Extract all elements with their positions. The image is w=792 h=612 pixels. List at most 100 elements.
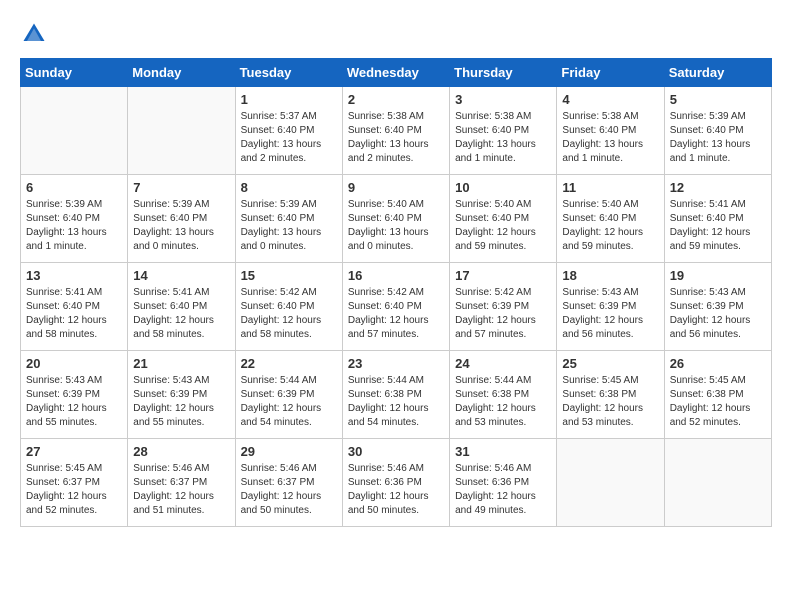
day-number: 31 (455, 444, 551, 459)
day-info: Sunrise: 5:40 AM Sunset: 6:40 PM Dayligh… (455, 198, 551, 254)
day-info: Sunrise: 5:43 AM Sunset: 6:39 PM Dayligh… (670, 286, 766, 342)
calendar-cell: 21 Sunrise: 5:43 AM Sunset: 6:39 PM Dayli… (128, 351, 235, 439)
day-number: 21 (133, 356, 229, 371)
day-info: Sunrise: 5:45 AM Sunset: 6:38 PM Dayligh… (670, 374, 766, 430)
calendar-cell (557, 439, 664, 527)
day-info: Sunrise: 5:42 AM Sunset: 6:39 PM Dayligh… (455, 286, 551, 342)
day-number: 6 (26, 180, 122, 195)
day-info: Sunrise: 5:38 AM Sunset: 6:40 PM Dayligh… (562, 110, 658, 166)
calendar-cell (21, 87, 128, 175)
day-info: Sunrise: 5:46 AM Sunset: 6:37 PM Dayligh… (133, 462, 229, 518)
day-info: Sunrise: 5:42 AM Sunset: 6:40 PM Dayligh… (348, 286, 444, 342)
day-number: 3 (455, 92, 551, 107)
day-info: Sunrise: 5:41 AM Sunset: 6:40 PM Dayligh… (133, 286, 229, 342)
day-number: 16 (348, 268, 444, 283)
calendar-day-header: Wednesday (342, 59, 449, 87)
calendar-cell: 17 Sunrise: 5:42 AM Sunset: 6:39 PM Dayli… (450, 263, 557, 351)
calendar-week-row: 6 Sunrise: 5:39 AM Sunset: 6:40 PM Daylig… (21, 175, 772, 263)
calendar-cell (664, 439, 771, 527)
day-number: 25 (562, 356, 658, 371)
day-info: Sunrise: 5:37 AM Sunset: 6:40 PM Dayligh… (241, 110, 337, 166)
day-info: Sunrise: 5:43 AM Sunset: 6:39 PM Dayligh… (562, 286, 658, 342)
day-number: 10 (455, 180, 551, 195)
day-info: Sunrise: 5:44 AM Sunset: 6:38 PM Dayligh… (348, 374, 444, 430)
day-info: Sunrise: 5:38 AM Sunset: 6:40 PM Dayligh… (455, 110, 551, 166)
calendar-cell: 28Sunrise: 5:46 AM Sunset: 6:37 PM Dayli… (128, 439, 235, 527)
day-number: 5 (670, 92, 766, 107)
calendar-cell: 6 Sunrise: 5:39 AM Sunset: 6:40 PM Daylig… (21, 175, 128, 263)
day-info: Sunrise: 5:41 AM Sunset: 6:40 PM Dayligh… (26, 286, 122, 342)
day-info: Sunrise: 5:39 AM Sunset: 6:40 PM Dayligh… (26, 198, 122, 254)
calendar-cell: 13 Sunrise: 5:41 AM Sunset: 6:40 PM Dayli… (21, 263, 128, 351)
calendar-cell: 4 Sunrise: 5:38 AM Sunset: 6:40 PM Daylig… (557, 87, 664, 175)
day-number: 24 (455, 356, 551, 371)
calendar-cell: 11 Sunrise: 5:40 AM Sunset: 6:40 PM Dayli… (557, 175, 664, 263)
day-number: 11 (562, 180, 658, 195)
day-number: 30 (348, 444, 444, 459)
calendar-cell: 29Sunrise: 5:46 AM Sunset: 6:37 PM Dayli… (235, 439, 342, 527)
day-number: 2 (348, 92, 444, 107)
day-number: 23 (348, 356, 444, 371)
day-number: 27 (26, 444, 122, 459)
day-number: 13 (26, 268, 122, 283)
calendar-table: SundayMondayTuesdayWednesdayThursdayFrid… (20, 58, 772, 527)
day-number: 26 (670, 356, 766, 371)
day-info: Sunrise: 5:42 AM Sunset: 6:40 PM Dayligh… (241, 286, 337, 342)
calendar-header-row: SundayMondayTuesdayWednesdayThursdayFrid… (21, 59, 772, 87)
calendar-cell: 9Sunrise: 5:40 AM Sunset: 6:40 PM Daylig… (342, 175, 449, 263)
day-info: Sunrise: 5:41 AM Sunset: 6:40 PM Dayligh… (670, 198, 766, 254)
calendar-cell: 20 Sunrise: 5:43 AM Sunset: 6:39 PM Dayli… (21, 351, 128, 439)
day-number: 4 (562, 92, 658, 107)
calendar-cell: 19 Sunrise: 5:43 AM Sunset: 6:39 PM Dayli… (664, 263, 771, 351)
calendar-cell: 3 Sunrise: 5:38 AM Sunset: 6:40 PM Daylig… (450, 87, 557, 175)
calendar-cell: 26 Sunrise: 5:45 AM Sunset: 6:38 PM Dayli… (664, 351, 771, 439)
day-info: Sunrise: 5:43 AM Sunset: 6:39 PM Dayligh… (133, 374, 229, 430)
calendar-cell: 7Sunrise: 5:39 AM Sunset: 6:40 PM Daylig… (128, 175, 235, 263)
calendar-day-header: Thursday (450, 59, 557, 87)
calendar-week-row: 1 Sunrise: 5:37 AM Sunset: 6:40 PM Daylig… (21, 87, 772, 175)
day-number: 17 (455, 268, 551, 283)
calendar-week-row: 20 Sunrise: 5:43 AM Sunset: 6:39 PM Dayli… (21, 351, 772, 439)
calendar-cell: 1 Sunrise: 5:37 AM Sunset: 6:40 PM Daylig… (235, 87, 342, 175)
calendar-cell: 14 Sunrise: 5:41 AM Sunset: 6:40 PM Dayli… (128, 263, 235, 351)
logo (20, 20, 52, 48)
day-info: Sunrise: 5:39 AM Sunset: 6:40 PM Dayligh… (241, 198, 337, 254)
day-info: Sunrise: 5:44 AM Sunset: 6:39 PM Dayligh… (241, 374, 337, 430)
day-info: Sunrise: 5:45 AM Sunset: 6:38 PM Dayligh… (562, 374, 658, 430)
calendar-cell: 8Sunrise: 5:39 AM Sunset: 6:40 PM Daylig… (235, 175, 342, 263)
day-info: Sunrise: 5:39 AM Sunset: 6:40 PM Dayligh… (670, 110, 766, 166)
calendar-cell: 24Sunrise: 5:44 AM Sunset: 6:38 PM Dayli… (450, 351, 557, 439)
day-number: 22 (241, 356, 337, 371)
calendar-cell: 22 Sunrise: 5:44 AM Sunset: 6:39 PM Dayli… (235, 351, 342, 439)
day-number: 15 (241, 268, 337, 283)
day-number: 9 (348, 180, 444, 195)
day-info: Sunrise: 5:39 AM Sunset: 6:40 PM Dayligh… (133, 198, 229, 254)
calendar-day-header: Tuesday (235, 59, 342, 87)
page-header (20, 20, 772, 48)
calendar-day-header: Friday (557, 59, 664, 87)
calendar-cell: 10 Sunrise: 5:40 AM Sunset: 6:40 PM Dayli… (450, 175, 557, 263)
logo-icon (20, 20, 48, 48)
calendar-day-header: Sunday (21, 59, 128, 87)
calendar-week-row: 13 Sunrise: 5:41 AM Sunset: 6:40 PM Dayli… (21, 263, 772, 351)
day-number: 20 (26, 356, 122, 371)
day-info: Sunrise: 5:46 AM Sunset: 6:36 PM Dayligh… (348, 462, 444, 518)
calendar-cell: 27Sunrise: 5:45 AM Sunset: 6:37 PM Dayli… (21, 439, 128, 527)
day-info: Sunrise: 5:43 AM Sunset: 6:39 PM Dayligh… (26, 374, 122, 430)
calendar-cell: 30 Sunrise: 5:46 AM Sunset: 6:36 PM Dayli… (342, 439, 449, 527)
day-number: 1 (241, 92, 337, 107)
day-info: Sunrise: 5:40 AM Sunset: 6:40 PM Dayligh… (562, 198, 658, 254)
calendar-cell: 31 Sunrise: 5:46 AM Sunset: 6:36 PM Dayli… (450, 439, 557, 527)
calendar-day-header: Saturday (664, 59, 771, 87)
calendar-cell: 12 Sunrise: 5:41 AM Sunset: 6:40 PM Dayli… (664, 175, 771, 263)
calendar-cell: 5 Sunrise: 5:39 AM Sunset: 6:40 PM Daylig… (664, 87, 771, 175)
day-number: 14 (133, 268, 229, 283)
calendar-cell: 2Sunrise: 5:38 AM Sunset: 6:40 PM Daylig… (342, 87, 449, 175)
calendar-cell: 23 Sunrise: 5:44 AM Sunset: 6:38 PM Dayli… (342, 351, 449, 439)
day-number: 12 (670, 180, 766, 195)
day-number: 19 (670, 268, 766, 283)
day-info: Sunrise: 5:46 AM Sunset: 6:37 PM Dayligh… (241, 462, 337, 518)
calendar-day-header: Monday (128, 59, 235, 87)
calendar-cell: 25 Sunrise: 5:45 AM Sunset: 6:38 PM Dayli… (557, 351, 664, 439)
day-info: Sunrise: 5:46 AM Sunset: 6:36 PM Dayligh… (455, 462, 551, 518)
